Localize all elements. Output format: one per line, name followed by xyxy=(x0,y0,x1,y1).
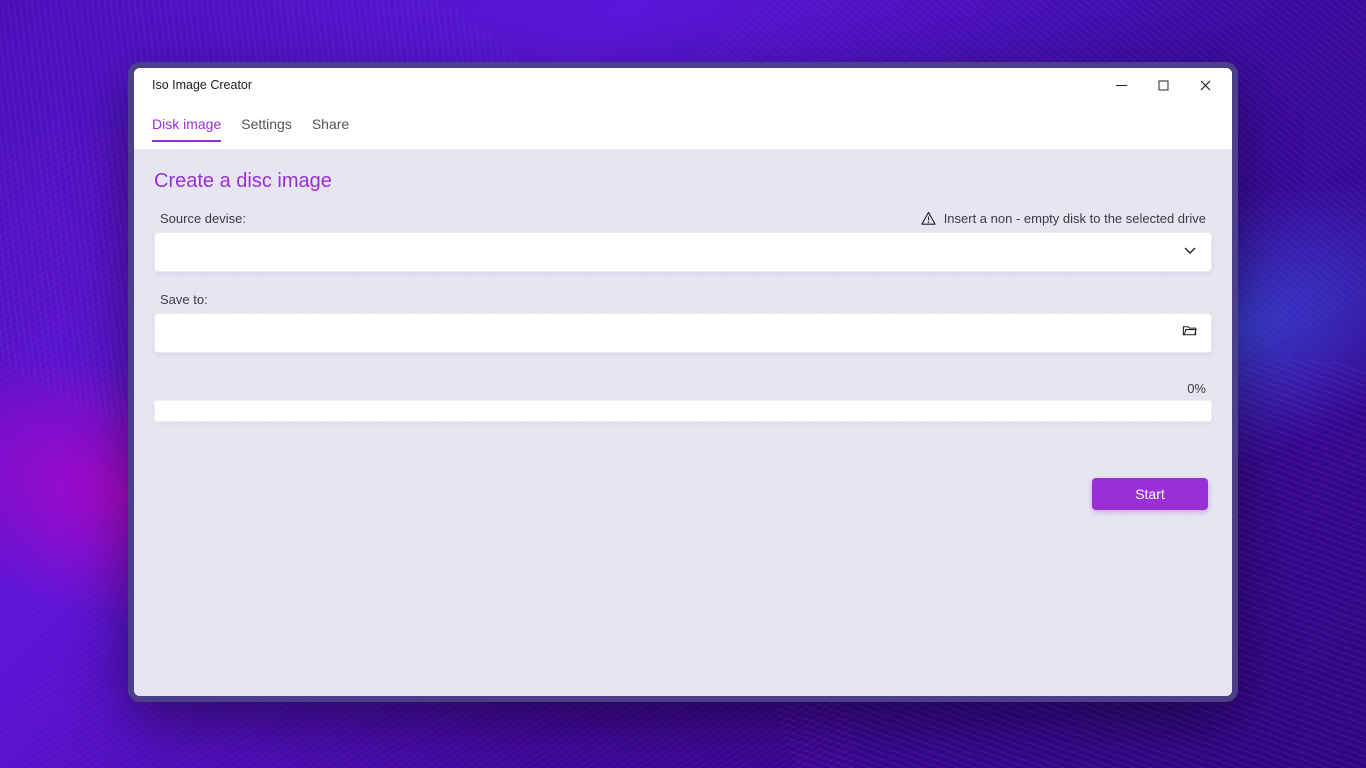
desktop-background: Iso Image Creator Disk image Settings Sh… xyxy=(0,0,1366,768)
minimize-button[interactable] xyxy=(1100,70,1142,100)
content-area: Create a disc image Source devise: Inser… xyxy=(134,150,1232,696)
start-button[interactable]: Start xyxy=(1092,478,1208,510)
minimize-icon xyxy=(1116,80,1127,91)
tab-settings[interactable]: Settings xyxy=(241,110,292,142)
save-to-input[interactable] xyxy=(154,313,1212,353)
source-device-dropdown[interactable] xyxy=(154,232,1212,272)
source-device-label: Source devise: xyxy=(160,211,246,226)
page-title: Create a disc image xyxy=(154,170,1212,193)
tab-share[interactable]: Share xyxy=(312,110,349,142)
tab-disk-image[interactable]: Disk image xyxy=(152,110,221,142)
source-device-warning: Insert a non - empty disk to the selecte… xyxy=(921,211,1206,226)
maximize-button[interactable] xyxy=(1142,70,1184,100)
warning-icon xyxy=(921,211,936,226)
warning-text: Insert a non - empty disk to the selecte… xyxy=(944,211,1206,226)
app-window: Iso Image Creator Disk image Settings Sh… xyxy=(128,62,1238,702)
close-button[interactable] xyxy=(1184,70,1226,100)
window-controls xyxy=(1100,70,1226,100)
progress-percent: 0% xyxy=(1187,381,1206,396)
folder-icon xyxy=(1182,323,1197,343)
save-to-label: Save to: xyxy=(160,292,208,307)
window-title: Iso Image Creator xyxy=(152,78,252,92)
save-to-field: Save to: xyxy=(154,292,1212,353)
source-device-field: Source devise: Insert a non - empty disk… xyxy=(154,211,1212,272)
close-icon xyxy=(1200,80,1211,91)
chevron-down-icon xyxy=(1183,243,1197,262)
progress-field: 0% xyxy=(154,381,1212,422)
tabbar: Disk image Settings Share xyxy=(134,102,1232,150)
action-row: Start xyxy=(154,478,1212,510)
titlebar: Iso Image Creator xyxy=(134,68,1232,102)
maximize-icon xyxy=(1158,80,1169,91)
progress-bar xyxy=(154,400,1212,422)
